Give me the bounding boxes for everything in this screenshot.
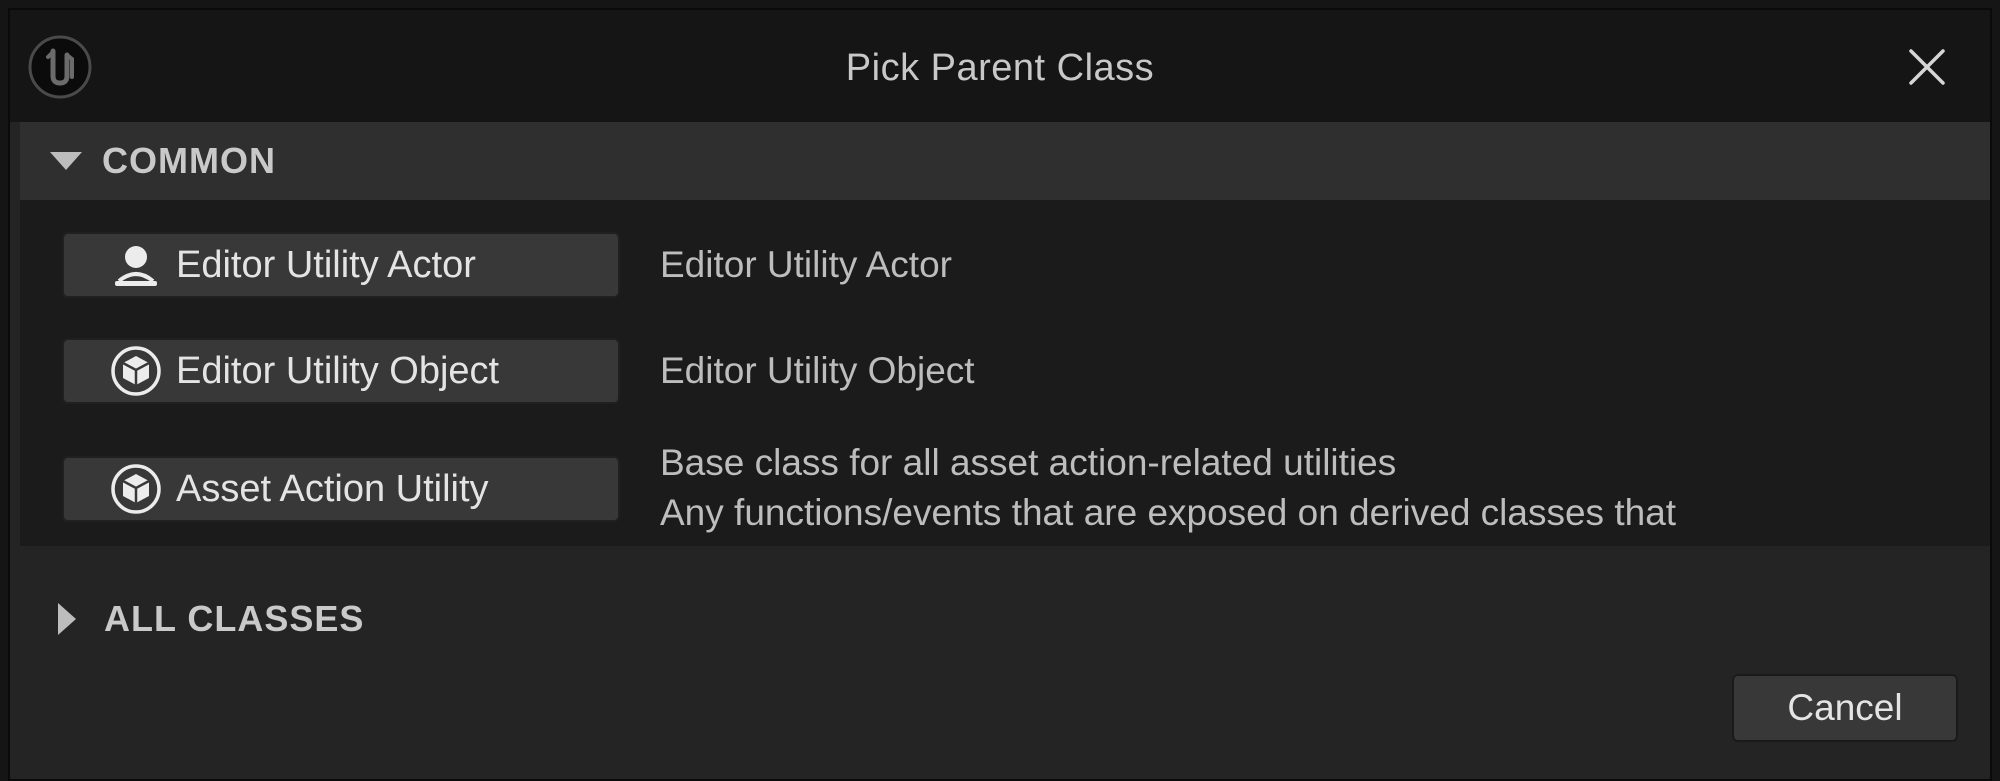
class-description: Editor Utility Actor: [660, 240, 952, 290]
class-button-asset-action-utility[interactable]: Asset Action Utility: [62, 456, 620, 522]
section-label-common: COMMON: [102, 140, 276, 181]
description-line: Any functions/events that are exposed on…: [660, 492, 1677, 533]
class-button-editor-utility-actor[interactable]: Editor Utility Actor: [62, 232, 620, 298]
class-description: Editor Utility Object: [660, 346, 975, 396]
section-header-all-classes[interactable]: ALL CLASSES: [20, 580, 1990, 658]
expand-arrow-right-icon: [58, 603, 76, 635]
section-label-all-classes: ALL CLASSES: [104, 598, 365, 639]
pick-parent-class-dialog: Pick Parent Class COMMON Editor Utility …: [8, 8, 1992, 781]
actor-icon: [115, 246, 157, 286]
common-class-list: Editor Utility Actor Editor Utility Acto…: [20, 200, 1990, 546]
expand-arrow-down-icon: [50, 152, 82, 170]
description-line: Base class for all asset action-related …: [660, 442, 1397, 483]
object-cube-icon: [111, 464, 161, 514]
object-cube-icon: [111, 346, 161, 396]
description-line: Editor Utility Actor: [660, 244, 952, 285]
class-button-label: Editor Utility Object: [176, 349, 500, 392]
section-header-common[interactable]: COMMON: [20, 122, 1990, 200]
description-line: Editor Utility Object: [660, 350, 975, 391]
class-description: Base class for all asset action-related …: [660, 438, 1676, 538]
class-button-editor-utility-object[interactable]: Editor Utility Object: [62, 338, 620, 404]
close-icon[interactable]: [1906, 46, 1948, 88]
dialog-title: Pick Parent Class: [845, 47, 1155, 89]
cancel-button[interactable]: Cancel: [1732, 674, 1958, 742]
title-bar: Pick Parent Class: [10, 10, 1990, 122]
class-button-label: Editor Utility Actor: [176, 243, 476, 286]
class-button-label: Asset Action Utility: [176, 467, 489, 510]
